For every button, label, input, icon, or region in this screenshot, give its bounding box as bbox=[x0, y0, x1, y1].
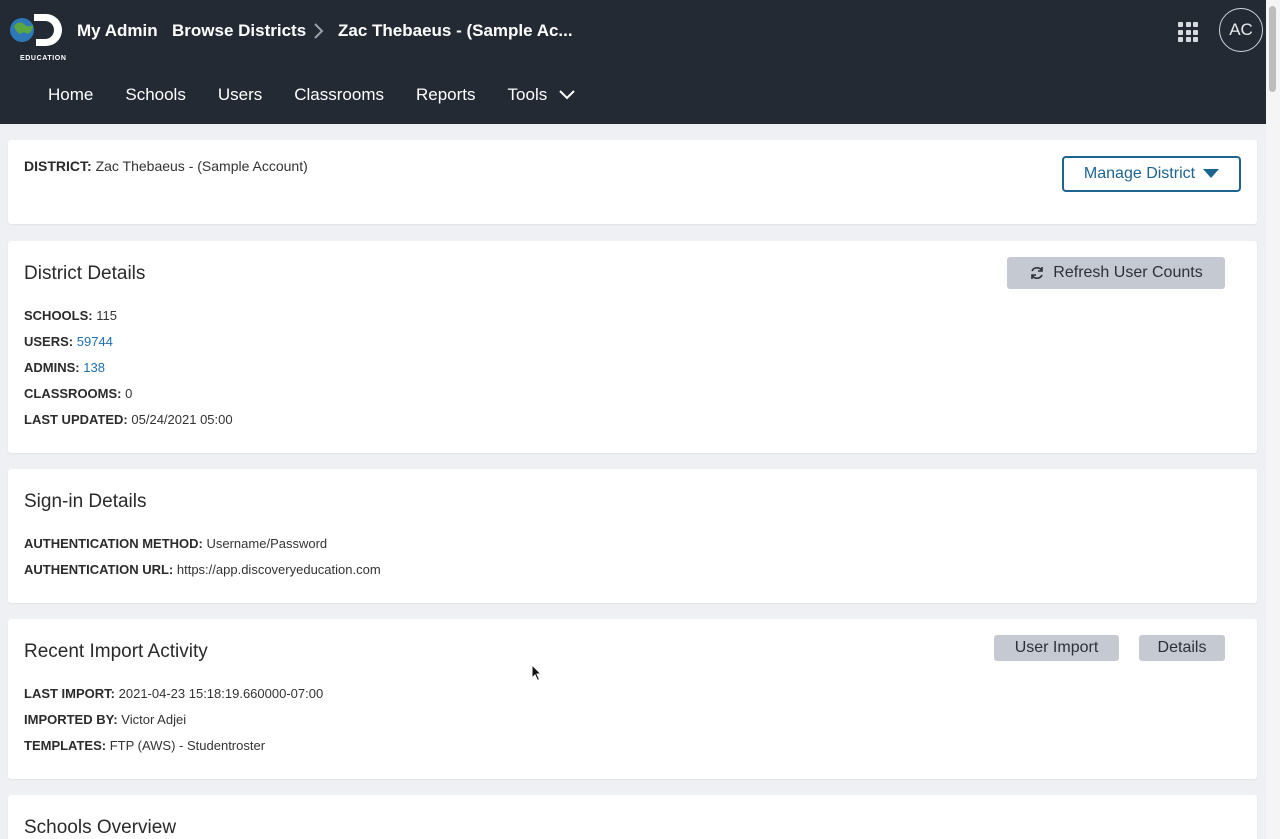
signin-details-title: Sign-in Details bbox=[24, 491, 147, 512]
templates-label: TEMPLATES: bbox=[24, 738, 107, 753]
classrooms-count-label: CLASSROOMS: bbox=[24, 386, 122, 401]
district-card: DISTRICT: Zac Thebaeus - (Sample Account… bbox=[8, 140, 1257, 224]
user-import-button[interactable]: User Import bbox=[994, 635, 1119, 661]
details-button[interactable]: Details bbox=[1139, 635, 1225, 661]
templates-row: TEMPLATES: FTP (AWS) - Studentroster bbox=[24, 738, 265, 753]
schools-count-row: SCHOOLS: 115 bbox=[24, 308, 117, 323]
import-activity-card: Recent Import Activity User Import Detai… bbox=[8, 619, 1257, 779]
last-updated-label: LAST UPDATED: bbox=[24, 412, 128, 427]
district-name: Zac Thebaeus - (Sample Account) bbox=[95, 158, 308, 174]
auth-method-row: AUTHENTICATION METHOD: Username/Password bbox=[24, 536, 327, 551]
admins-count-label: ADMINS: bbox=[24, 360, 80, 375]
breadcrumb-browse-districts[interactable]: Browse Districts bbox=[172, 21, 306, 41]
apps-grid-icon[interactable] bbox=[1178, 22, 1198, 42]
nav-tools[interactable]: Tools bbox=[508, 85, 576, 105]
refresh-user-counts-label: Refresh User Counts bbox=[1053, 264, 1203, 281]
auth-method-value: Username/Password bbox=[206, 536, 328, 551]
schools-overview-title: Schools Overview bbox=[24, 817, 177, 838]
manage-district-label: Manage District bbox=[1083, 165, 1196, 182]
breadcrumb-current-district: Zac Thebaeus - (Sample Ac... bbox=[338, 21, 573, 40]
nav-users[interactable]: Users bbox=[218, 85, 262, 105]
nav-reports[interactable]: Reports bbox=[416, 85, 476, 105]
admins-count-link[interactable]: 138 bbox=[83, 360, 105, 375]
district-details-card: District Details Refresh User Counts SCH… bbox=[8, 241, 1257, 453]
admins-count-row: ADMINS: 138 bbox=[24, 360, 105, 375]
chevron-down-icon bbox=[559, 90, 575, 100]
templates-value: FTP (AWS) - Studentroster bbox=[109, 738, 266, 753]
main-nav: Home Schools Users Classrooms Reports To… bbox=[48, 85, 607, 105]
schools-overview-card: Schools Overview bbox=[8, 795, 1257, 839]
chevron-right-icon bbox=[312, 22, 324, 45]
breadcrumb-my-admin[interactable]: My Admin bbox=[77, 21, 158, 41]
nav-schools[interactable]: Schools bbox=[125, 85, 185, 105]
auth-url-row: AUTHENTICATION URL: https://app.discover… bbox=[24, 562, 381, 577]
last-import-label: LAST IMPORT: bbox=[24, 686, 115, 701]
district-row: DISTRICT: Zac Thebaeus - (Sample Account… bbox=[24, 158, 308, 174]
imported-by-row: IMPORTED BY: Victor Adjei bbox=[24, 712, 186, 727]
caret-down-icon bbox=[1203, 169, 1220, 178]
district-label: DISTRICT: bbox=[24, 158, 92, 174]
nav-tools-label: Tools bbox=[507, 85, 548, 104]
nav-home[interactable]: Home bbox=[48, 85, 93, 105]
last-updated-value: 05/24/2021 05:00 bbox=[131, 412, 233, 427]
auth-url-label: AUTHENTICATION URL: bbox=[24, 562, 174, 577]
logo-text: EDUCATION bbox=[20, 55, 67, 62]
users-count-link[interactable]: 59744 bbox=[77, 334, 113, 349]
district-details-title: District Details bbox=[24, 263, 146, 284]
auth-url-value: https://app.discoveryeducation.com bbox=[176, 562, 381, 577]
mouse-cursor-icon bbox=[531, 664, 543, 682]
classrooms-count-row: CLASSROOMS: 0 bbox=[24, 386, 132, 401]
last-import-row: LAST IMPORT: 2021-04-23 15:18:19.660000-… bbox=[24, 686, 323, 701]
discovery-education-logo[interactable]: EDUCATION bbox=[8, 10, 66, 62]
refresh-user-counts-button[interactable]: Refresh User Counts bbox=[1007, 257, 1225, 289]
manage-district-button[interactable]: Manage District bbox=[1062, 156, 1241, 192]
last-updated-row: LAST UPDATED: 05/24/2021 05:00 bbox=[24, 412, 233, 427]
nav-classrooms[interactable]: Classrooms bbox=[294, 85, 384, 105]
scrollbar-track[interactable] bbox=[1266, 0, 1280, 839]
last-import-value: 2021-04-23 15:18:19.660000-07:00 bbox=[118, 686, 324, 701]
refresh-icon bbox=[1031, 267, 1044, 279]
classrooms-count-value: 0 bbox=[125, 386, 133, 401]
imported-by-label: IMPORTED BY: bbox=[24, 712, 118, 727]
user-avatar[interactable]: AC bbox=[1219, 8, 1263, 52]
imported-by-value: Victor Adjei bbox=[121, 712, 187, 727]
scrollbar-thumb[interactable] bbox=[1269, 6, 1276, 92]
users-count-row: USERS: 59744 bbox=[24, 334, 113, 349]
signin-details-card: Sign-in Details AUTHENTICATION METHOD: U… bbox=[8, 469, 1257, 603]
import-activity-title: Recent Import Activity bbox=[24, 641, 208, 662]
schools-count-value: 115 bbox=[96, 308, 117, 323]
top-bar: EDUCATION My Admin Browse Districts Zac … bbox=[0, 0, 1266, 124]
users-count-label: USERS: bbox=[24, 334, 74, 349]
auth-method-label: AUTHENTICATION METHOD: bbox=[24, 536, 203, 551]
schools-count-label: SCHOOLS: bbox=[24, 308, 93, 323]
